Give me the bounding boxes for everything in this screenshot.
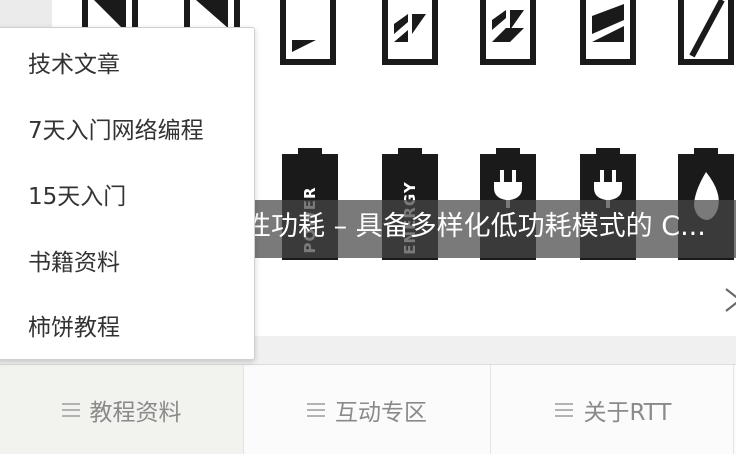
tab-label: 关于RTT [583,400,672,426]
menu-icon [307,403,325,417]
tab-label: 互动专区 [335,400,427,426]
menu-item-15-days[interactable]: 15天入门 [28,182,126,212]
menu-icon [61,403,80,417]
bottom-tab-bar: 教程资料 互动专区 关于RTT [0,364,736,454]
menu-icon [555,403,574,417]
menu-item-articles[interactable]: 技术文章 [28,50,120,80]
battery-icon [580,0,636,65]
menu-item-persimmon-tutorial[interactable]: 柿饼教程 [28,313,120,343]
menu-item-network-programming[interactable]: 7天入门网络编程 [28,116,204,146]
menu-item-books[interactable]: 书籍资料 [28,248,120,278]
battery-icon [678,0,734,65]
tab-divider [733,365,734,454]
dropdown-menu: 技术文章 7天入门网络编程 15天入门 书籍资料 柿饼教程 [0,27,255,360]
tab-interaction[interactable]: 互动专区 [244,365,490,454]
close-icon[interactable] [722,285,736,315]
tab-about[interactable]: 关于RTT [491,365,736,454]
battery-icon [480,0,536,65]
banner-caption[interactable]: 性功耗 – 具备多样化低功耗模式的 C... [244,207,706,247]
tab-label: 教程资料 [89,400,182,426]
battery-icon [382,0,438,65]
battery-icon [280,0,336,65]
tab-tutorials[interactable]: 教程资料 [0,365,243,454]
